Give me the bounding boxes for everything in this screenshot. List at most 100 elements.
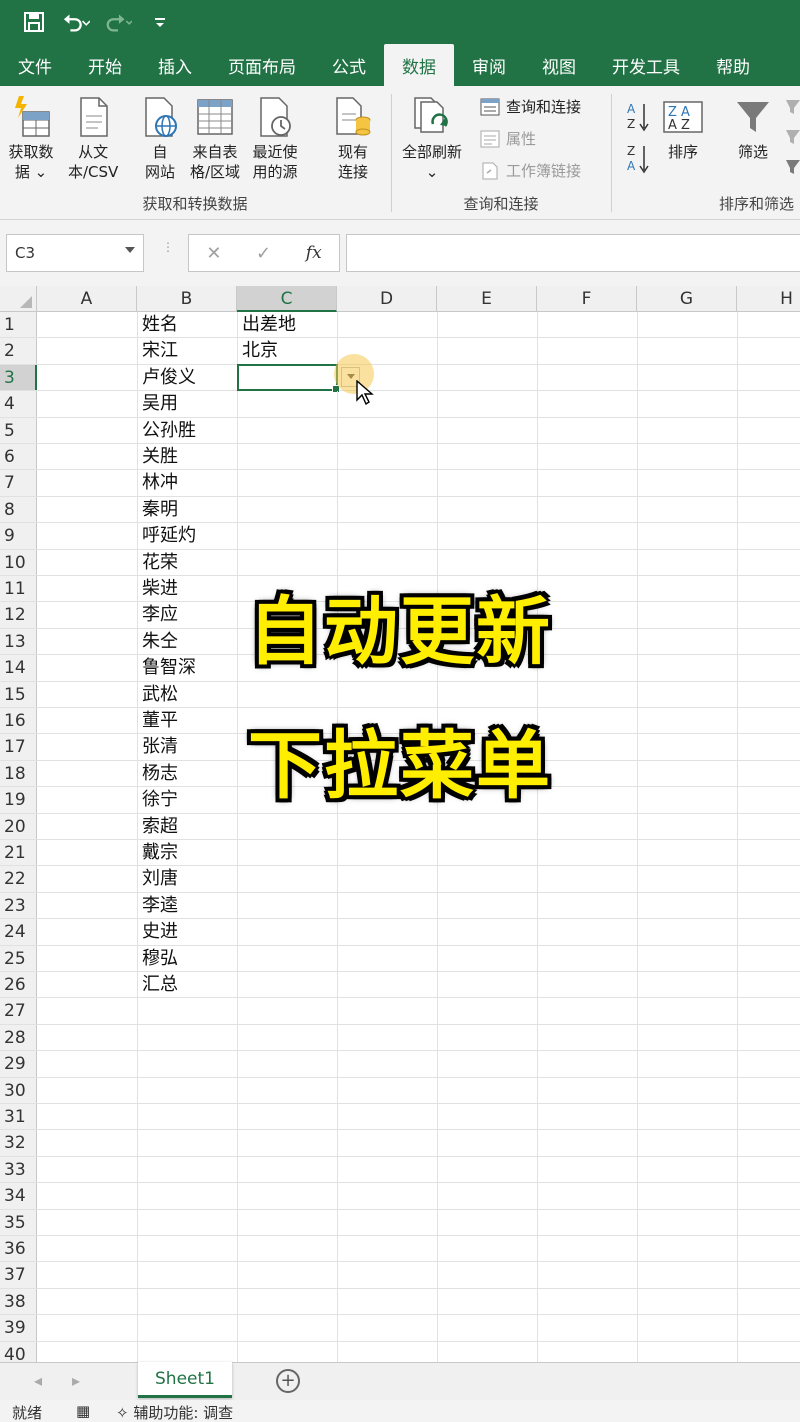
edit-links-button[interactable]: 工作簿链接	[480, 160, 581, 181]
cell-b3[interactable]: 卢俊义	[137, 365, 237, 390]
cell-b15[interactable]: 武松	[137, 682, 237, 707]
sheet-tab[interactable]: Sheet1	[138, 1362, 232, 1398]
get-data-button[interactable]: 获取数 据 ⌄	[8, 92, 54, 182]
column-header-d[interactable]: D	[337, 286, 437, 312]
cell-b21[interactable]: 戴宗	[137, 840, 237, 865]
from-table-range-button[interactable]: 来自表 格/区域	[190, 92, 240, 182]
row-header[interactable]: 5	[0, 417, 37, 443]
row-header[interactable]: 30	[0, 1077, 37, 1103]
tab-page-layout[interactable]: 页面布局	[210, 44, 314, 86]
column-header-c[interactable]: C	[237, 286, 337, 312]
macro-record-icon[interactable]: ▦	[76, 1402, 90, 1420]
cell-c1[interactable]: 出差地	[237, 312, 337, 337]
enter-icon[interactable]: ✓	[256, 243, 271, 264]
tab-view[interactable]: 视图	[524, 44, 594, 86]
row-header[interactable]: 1	[0, 312, 37, 338]
row-header[interactable]: 3	[0, 364, 37, 391]
refresh-all-button[interactable]: 全部刷新 ⌄	[402, 92, 462, 182]
row-header[interactable]: 38	[0, 1288, 37, 1315]
cell-b6[interactable]: 关胜	[137, 444, 237, 469]
cell-b22[interactable]: 刘唐	[137, 866, 237, 891]
tab-formulas[interactable]: 公式	[314, 44, 384, 86]
cell-b23[interactable]: 李逵	[137, 893, 237, 918]
row-header[interactable]: 2	[0, 338, 37, 364]
tab-developer[interactable]: 开发工具	[594, 44, 698, 86]
tab-data[interactable]: 数据	[384, 44, 454, 86]
add-sheet-icon[interactable]: +	[276, 1369, 300, 1393]
undo-icon[interactable]	[62, 8, 90, 36]
select-all-corner[interactable]	[0, 286, 37, 312]
row-header[interactable]: 36	[0, 1236, 37, 1262]
name-box[interactable]: C3	[6, 234, 144, 272]
row-header[interactable]: 21	[0, 840, 37, 866]
from-text-csv-button[interactable]: 从文 本/CSV	[68, 92, 118, 182]
column-header-g[interactable]: G	[637, 286, 737, 312]
tab-file[interactable]: 文件	[0, 44, 70, 86]
row-header[interactable]: 4	[0, 391, 37, 417]
row-header[interactable]: 32	[0, 1130, 37, 1156]
chevron-down-icon[interactable]	[125, 247, 135, 253]
cell-b8[interactable]: 秦明	[137, 497, 237, 522]
cell-b5[interactable]: 公孙胜	[137, 418, 237, 443]
clear-filter-icon[interactable]	[784, 96, 800, 180]
row-header[interactable]: 29	[0, 1051, 37, 1077]
column-header-h[interactable]: H	[737, 286, 800, 312]
insert-function-icon[interactable]: fx	[306, 243, 322, 263]
row-header[interactable]: 40	[0, 1341, 37, 1362]
row-header[interactable]: 34	[0, 1183, 37, 1209]
row-header[interactable]: 35	[0, 1209, 37, 1235]
cell-b24[interactable]: 史进	[137, 919, 237, 944]
customize-quick-access-icon[interactable]	[146, 8, 174, 36]
row-header[interactable]: 9	[0, 523, 37, 549]
filter-button[interactable]: 筛选	[730, 92, 776, 162]
accessibility-status[interactable]: ✧ 辅助功能: 调查	[116, 1402, 233, 1422]
column-header-e[interactable]: E	[437, 286, 537, 312]
row-header[interactable]: 28	[0, 1024, 37, 1051]
cell-b1[interactable]: 姓名	[137, 312, 237, 337]
row-header[interactable]: 37	[0, 1262, 37, 1288]
tab-help[interactable]: 帮助	[698, 44, 768, 86]
column-header-b[interactable]: B	[137, 286, 237, 312]
formula-input[interactable]	[346, 234, 800, 272]
row-header[interactable]: 31	[0, 1104, 37, 1130]
cell-b9[interactable]: 呼延灼	[137, 523, 237, 548]
tab-insert[interactable]: 插入	[140, 44, 210, 86]
properties-button[interactable]: 属性	[480, 128, 536, 149]
row-header[interactable]: 22	[0, 866, 37, 892]
cell-b2[interactable]: 宋江	[137, 338, 237, 363]
cell-b4[interactable]: 吴用	[137, 391, 237, 416]
existing-connections-button[interactable]: 现有 连接	[330, 92, 376, 182]
resize-handle-icon[interactable]: ⋮	[162, 241, 174, 262]
row-header[interactable]: 15	[0, 681, 37, 707]
row-header[interactable]: 24	[0, 919, 37, 945]
active-cell-c3[interactable]	[237, 363, 340, 393]
cell-b25[interactable]: 穆弘	[137, 946, 237, 971]
row-header[interactable]: 20	[0, 813, 37, 839]
sort-descending-icon[interactable]: ZA	[626, 142, 652, 180]
recent-sources-button[interactable]: 最近使 用的源	[252, 92, 298, 182]
redo-icon[interactable]	[104, 8, 132, 36]
row-header[interactable]: 26	[0, 972, 37, 998]
cell-b7[interactable]: 林冲	[137, 470, 237, 495]
queries-connections-button[interactable]: 查询和连接	[480, 96, 581, 117]
row-header[interactable]: 39	[0, 1315, 37, 1341]
row-header[interactable]: 33	[0, 1156, 37, 1183]
row-header[interactable]: 6	[0, 444, 37, 470]
column-header-a[interactable]: A	[37, 286, 137, 312]
save-icon[interactable]	[20, 8, 48, 36]
cancel-icon[interactable]: ✕	[206, 243, 221, 264]
row-header[interactable]: 23	[0, 892, 37, 919]
sort-ascending-icon[interactable]: AZ	[626, 100, 652, 138]
cell-b26[interactable]: 汇总	[137, 972, 237, 997]
cell-c2[interactable]: 北京	[237, 338, 337, 363]
worksheet-grid[interactable]: ABCDEFGH 1 姓名 出差地 2 宋江 北京 3 卢俊义 4 吴用 5 公孙胜 6 关胜 7 林冲 8 秦明…	[0, 286, 800, 1362]
cell-b20[interactable]: 索超	[137, 814, 237, 839]
tab-home[interactable]: 开始	[70, 44, 140, 86]
row-header[interactable]: 8	[0, 496, 37, 523]
row-header[interactable]: 25	[0, 945, 37, 971]
prev-sheet-icon[interactable]: ◂	[34, 1371, 42, 1390]
next-sheet-icon[interactable]: ▸	[72, 1371, 80, 1390]
sort-button[interactable]: Z AA Z 排序	[660, 92, 706, 162]
tab-review[interactable]: 审阅	[454, 44, 524, 86]
from-web-button[interactable]: 自 网站	[137, 92, 183, 182]
